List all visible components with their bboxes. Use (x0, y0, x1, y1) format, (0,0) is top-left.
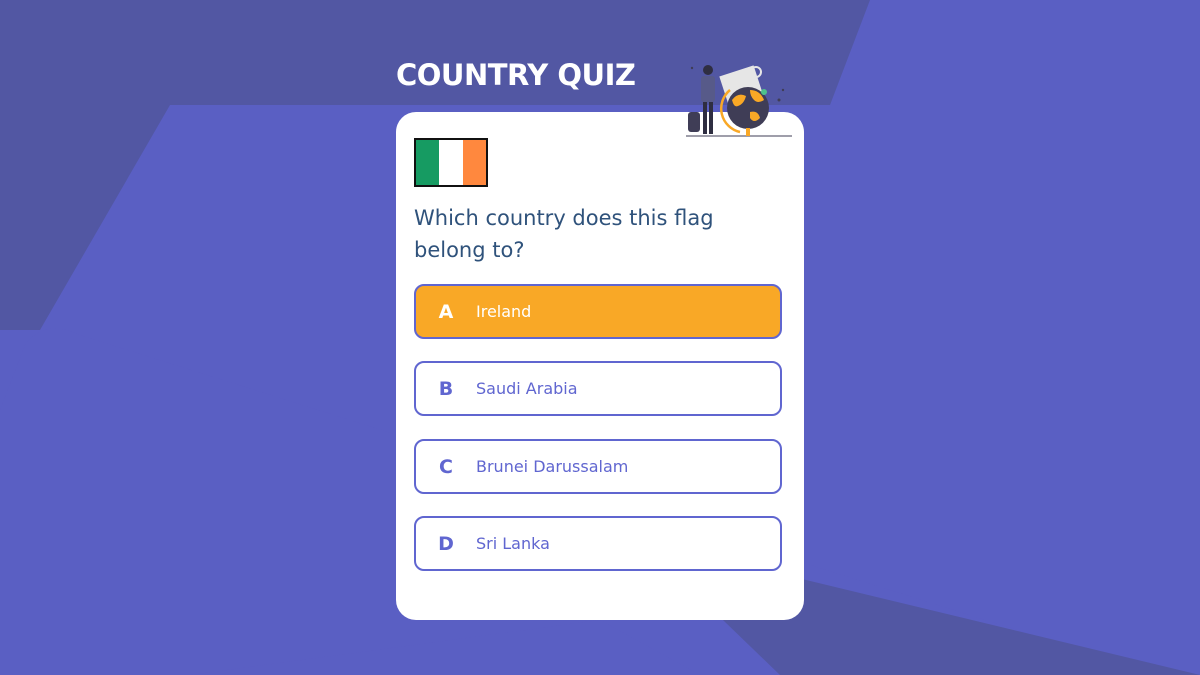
option-b-button[interactable]: B Saudi Arabia (414, 361, 782, 416)
traveler-globe-illustration-icon (686, 65, 792, 137)
flag-stripe-orange (462, 140, 486, 185)
option-label: Brunei Darussalam (476, 457, 629, 476)
option-c-button[interactable]: C Brunei Darussalam (414, 439, 782, 494)
option-letter: C (439, 455, 453, 478)
flag-stripe-white (439, 140, 463, 185)
option-label: Saudi Arabia (476, 379, 578, 398)
option-letter: A (438, 300, 454, 323)
app-title: COUNTRY QUIZ (396, 58, 636, 92)
quiz-card: Which country does this flag belong to? … (396, 112, 804, 620)
question-text: Which country does this flag belong to? (414, 206, 714, 262)
option-a-button[interactable]: A Ireland (414, 284, 782, 339)
option-letter: D (438, 532, 454, 555)
flag-stripe-green (416, 140, 440, 185)
option-letter: B (438, 377, 454, 400)
ireland-flag-icon (414, 138, 488, 187)
option-label: Sri Lanka (476, 534, 550, 553)
option-label: Ireland (476, 302, 532, 321)
option-d-button[interactable]: D Sri Lanka (414, 516, 782, 571)
